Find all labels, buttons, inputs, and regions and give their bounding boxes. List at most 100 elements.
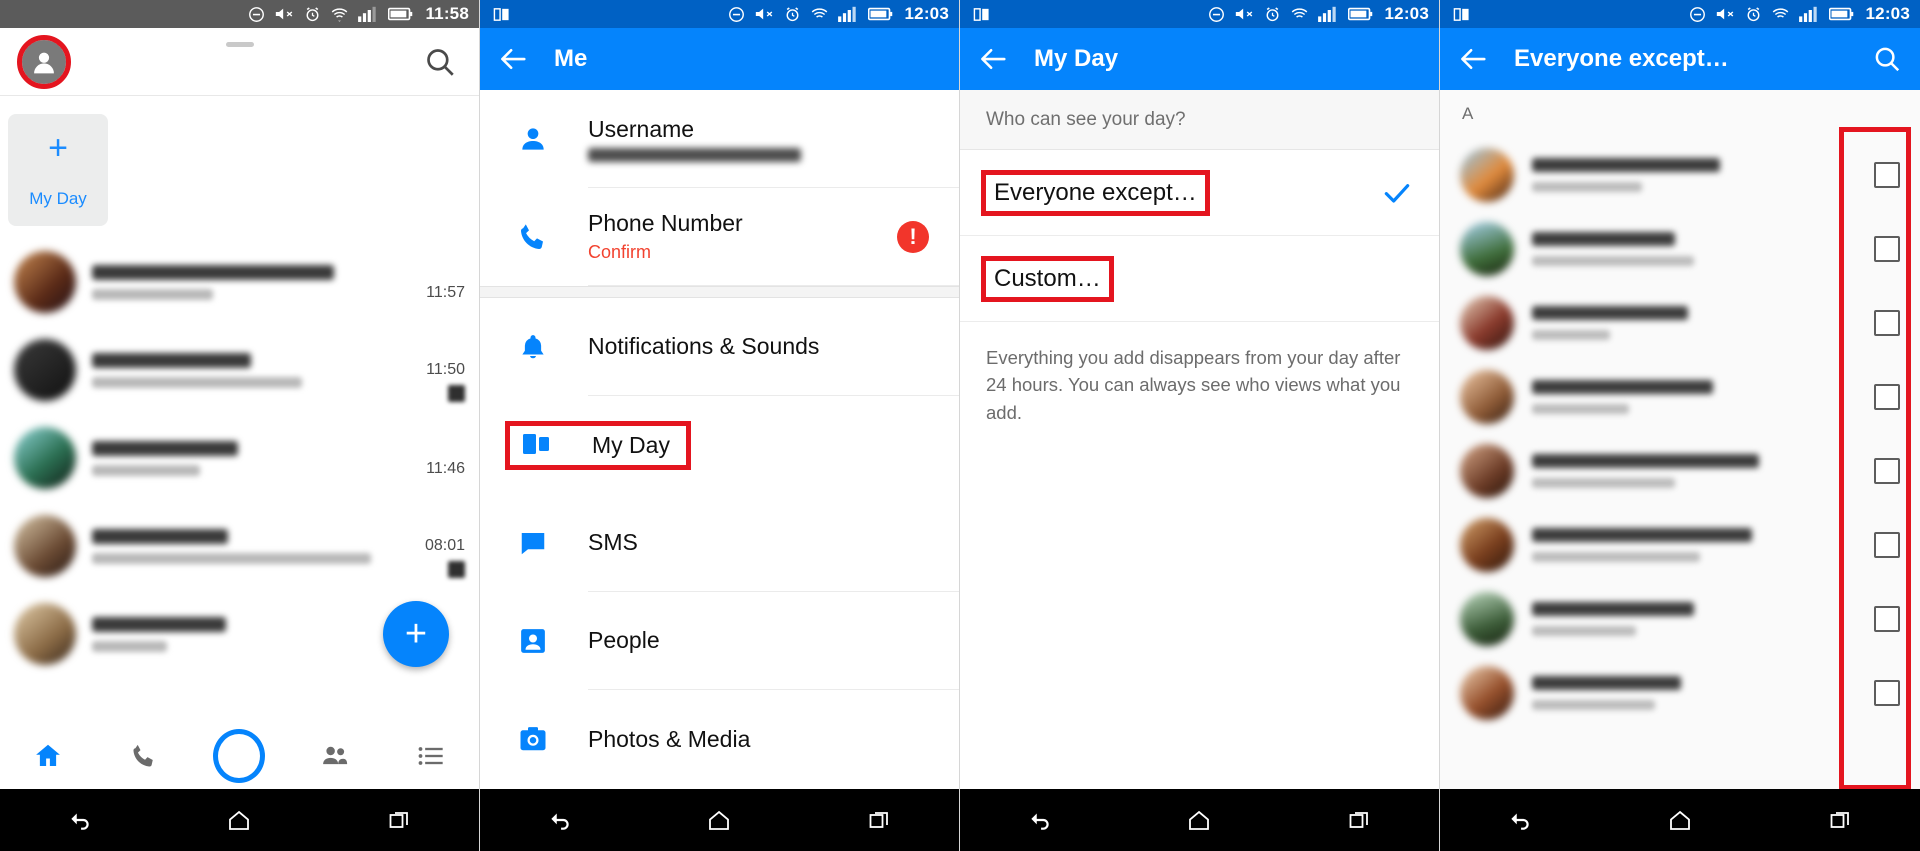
avatar: [1460, 148, 1514, 202]
back-arrow-icon[interactable]: [1458, 44, 1488, 74]
contact-checkbox[interactable]: [1874, 532, 1900, 558]
new-message-fab[interactable]: +: [383, 601, 449, 667]
android-nav-bar: [960, 789, 1439, 851]
contact-checkbox[interactable]: [1874, 236, 1900, 262]
battery-icon: [867, 7, 893, 21]
chat-list-header: [0, 28, 479, 96]
battery-icon: [1828, 7, 1854, 21]
status-time: 12:03: [1865, 4, 1910, 23]
status-time: 12:03: [904, 4, 949, 23]
android-home-icon[interactable]: [1658, 803, 1702, 837]
status-time: 12:03: [1384, 4, 1429, 23]
android-home-icon[interactable]: [1177, 803, 1221, 837]
search-icon[interactable]: [1872, 44, 1902, 74]
status-badge: [448, 560, 465, 578]
table-row[interactable]: 11:57: [0, 238, 479, 326]
android-back-icon[interactable]: [1018, 803, 1062, 837]
mute-icon: [1234, 6, 1255, 22]
my-day-note-text: Everything you add disappears from your …: [986, 347, 1401, 423]
avatar: [1460, 296, 1514, 350]
nav-more[interactable]: [405, 734, 457, 778]
me-app-bar: Me: [480, 28, 959, 90]
section-header: Who can see your day?: [960, 90, 1439, 150]
back-arrow-icon[interactable]: [978, 44, 1008, 74]
drag-handle[interactable]: [225, 42, 254, 47]
avatar: [1460, 222, 1514, 276]
android-recents-icon[interactable]: [1337, 803, 1381, 837]
table-row[interactable]: 08:01: [0, 502, 479, 590]
contact-checkbox[interactable]: [1874, 606, 1900, 632]
nav-calls[interactable]: [118, 734, 170, 778]
contact-text: [1532, 528, 1856, 562]
settings-row-people[interactable]: People: [480, 592, 959, 690]
table-row[interactable]: 11:46: [0, 414, 479, 502]
list-item[interactable]: [1440, 138, 1920, 212]
contact-checkbox[interactable]: [1874, 162, 1900, 188]
list-item[interactable]: [1440, 508, 1920, 582]
status-bar-me: 12:03: [480, 0, 959, 28]
status-bar-picker: 12:03: [1440, 0, 1920, 28]
timestamp: 11:57: [426, 284, 465, 301]
contact-checkbox[interactable]: [1874, 680, 1900, 706]
android-recents-icon[interactable]: [377, 803, 421, 837]
settings-row-username[interactable]: Username: [480, 90, 959, 188]
avatar: [1460, 518, 1514, 572]
timestamp: 11:46: [426, 460, 465, 477]
screenshot-strip: 11:58 + My Day 11:57 11:50 11:46 08:01 +…: [0, 0, 1920, 851]
option-everyone-except[interactable]: Everyone except…: [960, 150, 1439, 236]
list-item[interactable]: [1440, 434, 1920, 508]
contact-checkbox[interactable]: [1874, 310, 1900, 336]
list-item[interactable]: [1440, 286, 1920, 360]
check-icon: [1381, 177, 1413, 209]
contact-text: [1532, 676, 1856, 710]
search-icon[interactable]: [423, 45, 457, 79]
nav-people[interactable]: [309, 734, 361, 778]
alarm-icon: [1264, 6, 1281, 23]
myday-icon: [520, 432, 560, 458]
my-day-tile[interactable]: + My Day: [8, 114, 108, 226]
mute-icon: [1715, 6, 1736, 22]
option-custom[interactable]: Custom…: [960, 236, 1439, 322]
wifi-icon: [330, 6, 349, 23]
timestamp: 08:01: [424, 536, 465, 554]
avatar: [1460, 666, 1514, 720]
settings-row-sms[interactable]: SMS: [480, 494, 959, 592]
nav-camera[interactable]: [213, 729, 266, 783]
contact-checkbox[interactable]: [1874, 458, 1900, 484]
list-item[interactable]: [1440, 212, 1920, 286]
settings-row-phone-number[interactable]: Phone Number Confirm !: [480, 188, 959, 286]
nav-home[interactable]: [22, 734, 74, 778]
android-back-icon[interactable]: [538, 803, 582, 837]
android-home-icon[interactable]: [217, 803, 261, 837]
table-row[interactable]: 11:50: [0, 326, 479, 414]
android-back-icon[interactable]: [1498, 803, 1542, 837]
android-recents-icon[interactable]: [1818, 803, 1862, 837]
settings-row-photos-media[interactable]: Photos & Media: [480, 690, 959, 788]
android-home-icon[interactable]: [697, 803, 741, 837]
wifi-icon: [1771, 6, 1790, 23]
contact-checkbox[interactable]: [1874, 384, 1900, 410]
list-item[interactable]: [1440, 656, 1920, 730]
panel-my-day-privacy: 12:03 My Day Who can see your day? Every…: [960, 0, 1440, 851]
avatar: [14, 603, 76, 665]
picker-app-bar: Everyone except…: [1440, 28, 1920, 90]
list-item[interactable]: [1440, 582, 1920, 656]
photo-camera-icon: [510, 724, 556, 754]
panel-contact-picker: 12:03 Everyone except… A: [1440, 0, 1920, 851]
settings-row-my-day[interactable]: My Day: [480, 396, 959, 494]
page-title: Everyone except…: [1514, 45, 1729, 72]
mute-icon: [274, 6, 295, 22]
chat-meta: 11:46: [426, 438, 465, 478]
android-back-icon[interactable]: [58, 803, 102, 837]
dnd-icon: [728, 6, 745, 23]
back-arrow-icon[interactable]: [498, 44, 528, 74]
settings-row-text: SMS: [588, 494, 959, 592]
settings-row-notifications[interactable]: Notifications & Sounds: [480, 298, 959, 396]
status-time: 11:58: [425, 4, 469, 23]
android-recents-icon[interactable]: [857, 803, 901, 837]
page-title: Me: [554, 45, 588, 72]
status-badge: [448, 384, 465, 402]
profile-avatar-icon[interactable]: [17, 34, 71, 89]
confirm-link[interactable]: Confirm: [588, 242, 931, 263]
list-item[interactable]: [1440, 360, 1920, 434]
